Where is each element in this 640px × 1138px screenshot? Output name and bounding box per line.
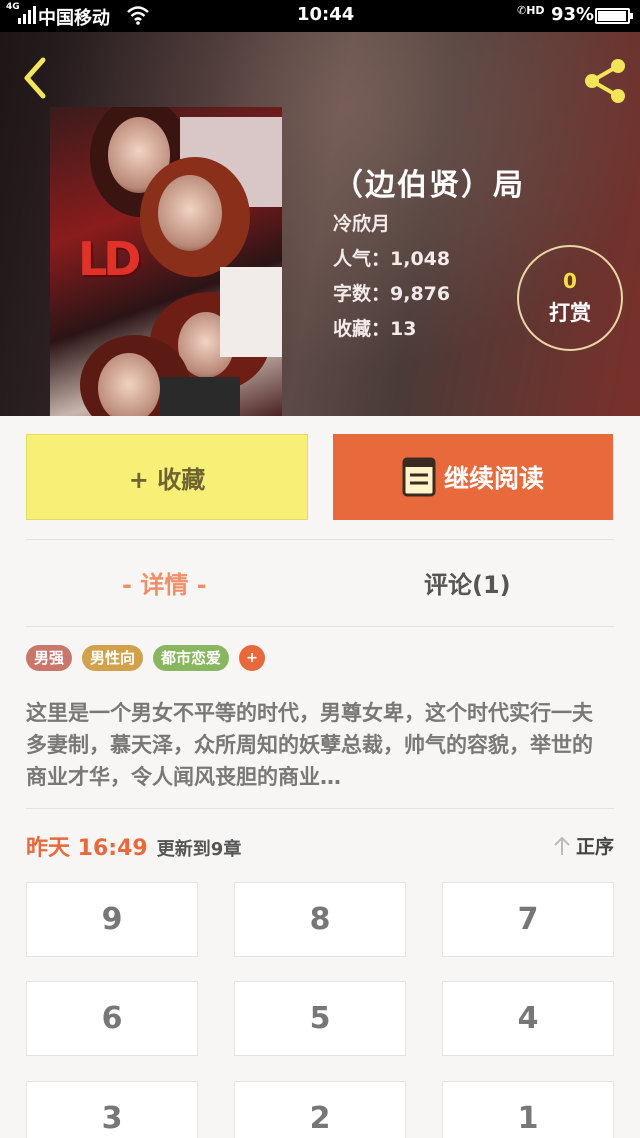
book-header: LD （边伯贤）局 冷欣月 人气：1,048 字数：9,876 收藏：13 0 …	[0, 32, 640, 416]
tag-item[interactable]: 男性向	[82, 645, 144, 671]
continue-reading-button[interactable]: 继续阅读	[333, 434, 613, 520]
add-to-collection-button[interactable]: + 收藏	[26, 434, 308, 520]
chapter-button[interactable]: 4	[442, 981, 614, 1056]
divider	[26, 626, 614, 627]
tip-label: 打赏	[549, 301, 591, 325]
arrow-up-icon	[554, 836, 570, 855]
chapter-button[interactable]: 1	[442, 1081, 614, 1138]
more-tags-button[interactable]: +	[239, 645, 266, 671]
hd-label: HD	[526, 4, 545, 17]
tip-count: 0	[563, 269, 577, 293]
chapter-button[interactable]: 2	[234, 1081, 406, 1138]
word-count-stat: 字数：9,876	[333, 283, 451, 305]
favorites-stat: 收藏：13	[333, 318, 417, 340]
tag-list: 男强 男性向 都市恋爱 +	[26, 645, 266, 671]
back-chevron-icon[interactable]	[18, 56, 52, 100]
tag-item[interactable]: 男强	[26, 645, 73, 671]
sort-toggle[interactable]: 正序	[552, 832, 614, 859]
battery-percent: 93%	[551, 4, 595, 25]
chapter-button[interactable]: 7	[442, 882, 614, 957]
tip-button[interactable]: 0 打赏	[517, 245, 623, 351]
tag-item[interactable]: 都市恋爱	[153, 645, 230, 671]
divider	[26, 539, 614, 540]
tab-comments[interactable]: 评论(1)	[424, 565, 511, 605]
share-icon[interactable]	[580, 56, 630, 106]
chapter-button[interactable]: 5	[234, 981, 406, 1056]
update-info: 昨天 16:49 更新到9章 正序	[26, 830, 614, 862]
popularity-stat: 人气：1,048	[333, 248, 451, 270]
status-bar: 4G 中国移动 10:44 ✆HD 93%	[0, 0, 640, 32]
book-cover[interactable]: LD	[50, 107, 282, 416]
network-type: 4G	[6, 2, 20, 12]
clock: 10:44	[297, 4, 355, 25]
chapter-button[interactable]: 8	[234, 882, 406, 957]
battery-icon	[595, 8, 633, 24]
signal-icon: 4G	[6, 2, 36, 24]
tab-details[interactable]: - 详情 -	[122, 565, 207, 605]
hd-call-icon: ✆HD	[517, 4, 545, 17]
chapter-button[interactable]: 9	[26, 882, 198, 957]
divider	[26, 808, 614, 809]
synopsis-text[interactable]: 这里是一个男女不平等的时代，男尊女卑，这个时代实行一夫多妻制，慕天泽，众所周知的…	[26, 697, 606, 793]
carrier-name: 中国移动	[38, 8, 110, 29]
chapter-button[interactable]: 6	[26, 981, 198, 1056]
book-title: （边伯贤）局	[333, 168, 525, 203]
cover-logo: LD	[78, 232, 141, 286]
read-label: 继续阅读	[443, 464, 544, 493]
update-time: 昨天 16:49	[26, 836, 148, 861]
update-status: 更新到9章	[156, 839, 242, 860]
collect-label: + 收藏	[128, 465, 206, 494]
chapter-button[interactable]: 3	[26, 1081, 198, 1138]
book-icon	[402, 457, 436, 497]
sort-label: 正序	[575, 836, 614, 858]
author-name[interactable]: 冷欣月	[333, 209, 390, 236]
wifi-icon	[127, 6, 149, 25]
